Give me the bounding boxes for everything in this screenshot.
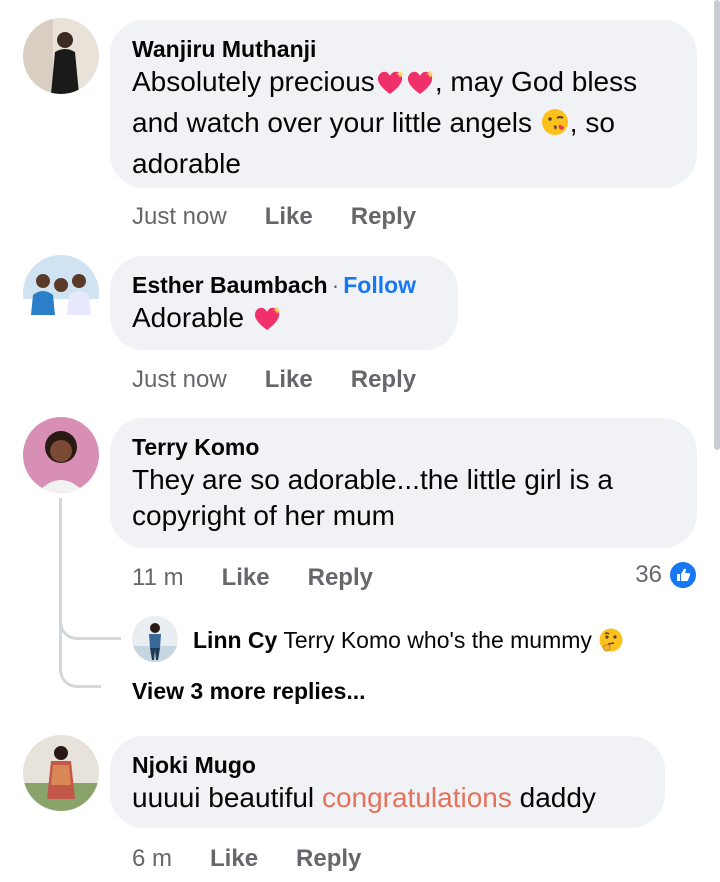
comment-actions: 11 m Like Reply <box>132 564 373 592</box>
comment-time[interactable]: 6 m <box>132 845 172 873</box>
avatar-photo-icon <box>132 616 178 662</box>
sparkling-heart-icon <box>405 68 435 105</box>
comment-bubble[interactable]: Njoki Mugo uuuui beautiful congratulatio… <box>110 736 665 828</box>
comment-text: Absolutely precious, may God bless and w… <box>132 66 638 179</box>
avatar-photo-icon <box>23 735 99 811</box>
comment-bubble[interactable]: Terry Komo They are so adorable...the li… <box>110 418 697 548</box>
comment-bubble[interactable]: Wanjiru Muthanji Absolutely precious, ma… <box>110 20 697 188</box>
comment-actions: Just now Like Reply <box>132 366 416 394</box>
comment-bubble[interactable]: Esther Baumbach · Follow Adorable <box>110 256 458 350</box>
reply-button[interactable]: Reply <box>351 203 416 231</box>
avatar-njoki[interactable] <box>23 735 99 811</box>
comment-text: They are so adorable...the little girl i… <box>132 464 613 531</box>
comment-text: uuuui beautiful congratulations daddy <box>132 782 596 813</box>
like-thumb-icon <box>668 560 698 590</box>
comment-time[interactable]: Just now <box>132 203 227 231</box>
avatar-wanjiru[interactable] <box>23 18 99 94</box>
comment-author[interactable]: Terry Komo <box>132 432 675 462</box>
reply-button[interactable]: Reply <box>308 564 373 592</box>
view-more-replies-link[interactable]: View 3 more replies... <box>132 678 366 705</box>
like-button[interactable]: Like <box>222 564 270 592</box>
reaction-count: 36 <box>635 561 662 588</box>
sparkling-heart-icon <box>252 304 282 341</box>
comment-actions: 6 m Like Reply <box>132 845 361 873</box>
face-blowing-kiss-icon <box>540 107 570 146</box>
comment-author[interactable]: Njoki Mugo <box>132 750 643 780</box>
comment-author[interactable]: Wanjiru Muthanji <box>132 34 675 64</box>
avatar-photo-icon <box>23 18 99 94</box>
reply-button[interactable]: Reply <box>351 366 416 394</box>
comment-author-line: Esther Baumbach · Follow <box>132 270 436 300</box>
reply-row[interactable]: Linn Cy Terry Komo who's the mummy <box>193 625 624 660</box>
avatar-terry[interactable] <box>23 417 99 493</box>
comment-text: Adorable <box>132 300 436 341</box>
thinking-face-icon <box>598 627 624 660</box>
avatar-linn[interactable] <box>132 616 178 662</box>
reply-author[interactable]: Linn Cy <box>193 627 277 653</box>
avatar-photo-icon <box>23 417 99 493</box>
thread-hook <box>59 640 101 688</box>
sparkling-heart-icon <box>375 68 405 105</box>
comment-author[interactable]: Esther Baumbach <box>132 272 328 298</box>
avatar-photo-icon <box>23 255 99 331</box>
like-button[interactable]: Like <box>265 203 313 231</box>
avatar-esther[interactable] <box>23 255 99 331</box>
like-button[interactable]: Like <box>210 845 258 873</box>
comment-time[interactable]: 11 m <box>132 564 184 592</box>
reply-text: Terry Komo who's the mummy <box>283 627 592 653</box>
comment-actions: Just now Like Reply <box>132 203 416 231</box>
separator-dot: · <box>331 272 340 298</box>
follow-button[interactable]: Follow <box>343 272 416 298</box>
highlighted-word-link[interactable]: congratulations <box>322 782 512 813</box>
like-button[interactable]: Like <box>265 366 313 394</box>
scrollbar[interactable] <box>714 0 720 450</box>
reaction-summary[interactable]: 36 <box>635 560 698 590</box>
comment-time[interactable]: Just now <box>132 366 227 394</box>
thread-hook <box>59 600 121 640</box>
reply-button[interactable]: Reply <box>296 845 361 873</box>
